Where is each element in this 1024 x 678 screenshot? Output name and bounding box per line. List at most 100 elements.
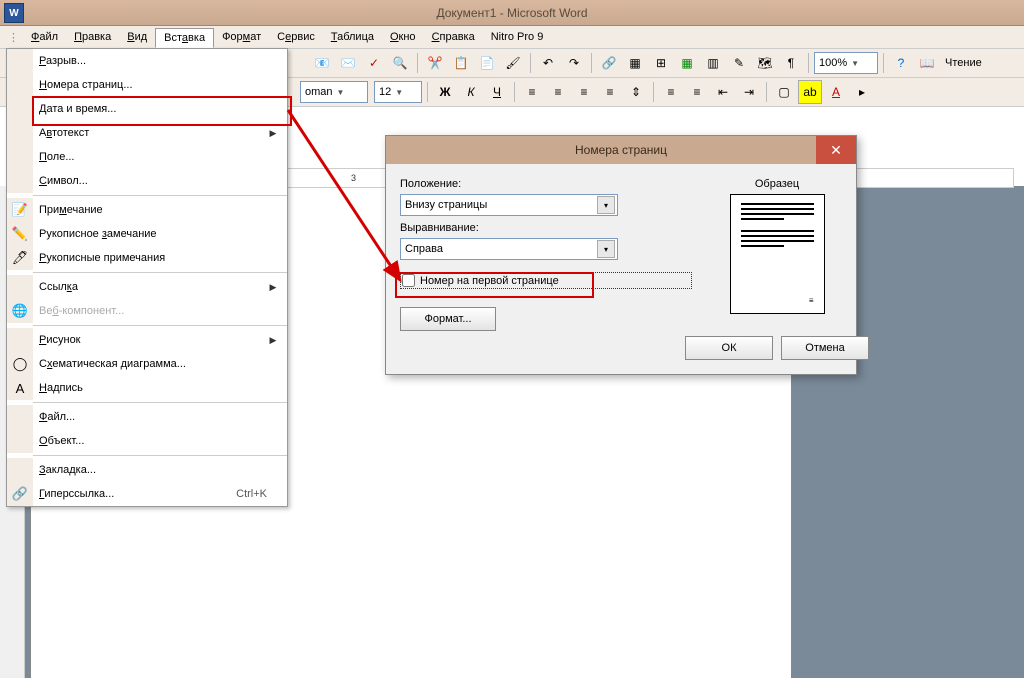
menu-item-примечание[interactable]: 📝Примечание	[7, 198, 287, 222]
menu-item-icon	[7, 73, 33, 97]
menu-item-label: Рукописные примечания	[33, 252, 267, 264]
tb-sep	[766, 82, 767, 102]
menu-item-разрыв[interactable]: Разрыв...	[7, 49, 287, 73]
dropdown-arrow-icon: ▼	[851, 59, 859, 68]
menu-item-рисунок[interactable]: Рисунок▶	[7, 328, 287, 352]
menu-item-датаивремя[interactable]: Дата и время...	[7, 97, 287, 121]
menu-item-объект[interactable]: Объект...	[7, 429, 287, 453]
tb-formatpainter-icon[interactable]: 🖌	[501, 51, 525, 75]
tb-copy-icon[interactable]: 📋	[449, 51, 473, 75]
menu-format[interactable]: Формат	[214, 28, 269, 46]
bold-button[interactable]: Ж	[433, 80, 457, 104]
italic-button[interactable]: К	[459, 80, 483, 104]
submenu-arrow-icon: ▶	[267, 282, 279, 293]
menu-item-icon	[7, 49, 33, 73]
borders-button[interactable]: ▢	[772, 80, 796, 104]
tb-cut-icon[interactable]: ✂️	[423, 51, 447, 75]
numbered-list-button[interactable]: ≡	[659, 80, 683, 104]
indent-button[interactable]: ⇥	[737, 80, 761, 104]
preview-image: ≡	[730, 194, 825, 314]
menu-item-ссылка[interactable]: Ссылка▶	[7, 275, 287, 299]
position-combo[interactable]: Внизу страницы ▾	[400, 194, 618, 216]
app-window: W Документ1 - Microsoft Word ⋮ Файл Прав…	[0, 0, 1024, 678]
menu-file[interactable]: Файл	[23, 28, 66, 46]
font-size-combo[interactable]: 12▼	[374, 81, 422, 103]
menu-item-закладка[interactable]: Закладка...	[7, 458, 287, 482]
dialog-titlebar[interactable]: Номера страниц ✕	[386, 136, 856, 164]
tb-readmode-icon[interactable]: 📖	[915, 51, 939, 75]
format-button[interactable]: Формат...	[400, 307, 496, 331]
alignment-combo[interactable]: Справа ▾	[400, 238, 618, 260]
tb-excel-icon[interactable]: ▦	[675, 51, 699, 75]
menu-table[interactable]: Таблица	[323, 28, 382, 46]
tb-inserttable-icon[interactable]: ⊞	[649, 51, 673, 75]
read-mode-label[interactable]: Чтение	[941, 57, 986, 69]
zoom-combo[interactable]: 100%▼	[814, 52, 878, 74]
menu-item-icon: 🌐	[7, 299, 33, 323]
menu-item-label: Примечание	[33, 204, 267, 216]
menu-separator	[33, 402, 287, 403]
highlight-button[interactable]: ab	[798, 80, 822, 104]
preview-page-number: ≡	[809, 296, 814, 305]
menu-insert[interactable]: Вставка	[155, 28, 214, 48]
menu-item-label: Надпись	[33, 382, 267, 394]
linespace-button[interactable]: ⇕	[624, 80, 648, 104]
align-justify-button[interactable]: ≡	[598, 80, 622, 104]
menu-item-символ[interactable]: Символ...	[7, 169, 287, 193]
menu-nitro[interactable]: Nitro Pro 9	[483, 28, 552, 46]
underline-button[interactable]: Ч	[485, 80, 509, 104]
menu-item-label: Ссылка	[33, 281, 267, 293]
menu-item-гиперссылка[interactable]: 🔗Гиперссылка...Ctrl+K	[7, 482, 287, 506]
tb-research-icon[interactable]: 🔍	[388, 51, 412, 75]
menubar: ⋮ Файл Правка Вид Вставка Формат Сервис …	[0, 26, 1024, 49]
font-color-button[interactable]: A	[824, 80, 848, 104]
tb-tables-icon[interactable]: ▦	[623, 51, 647, 75]
tb-sep	[514, 82, 515, 102]
tb-sep	[530, 53, 531, 73]
menu-item-icon	[7, 458, 33, 482]
menu-item-поле[interactable]: Поле...	[7, 145, 287, 169]
menu-help[interactable]: Справка	[424, 28, 483, 46]
tb-mailmerge-icon[interactable]: 📧	[310, 51, 334, 75]
tb-hyperlink-icon[interactable]: 🔗	[597, 51, 621, 75]
dialog-close-button[interactable]: ✕	[816, 136, 856, 164]
menu-tools[interactable]: Сервис	[269, 28, 323, 46]
tb-docmap-icon[interactable]: 🗺	[753, 51, 777, 75]
menu-view[interactable]: Вид	[119, 28, 155, 46]
tb-drawing-icon[interactable]: ✎	[727, 51, 751, 75]
menu-item-icon: A	[7, 376, 33, 400]
cancel-button[interactable]: Отмена	[781, 336, 869, 360]
align-right-button[interactable]: ≡	[572, 80, 596, 104]
menu-item-label: Объект...	[33, 435, 267, 447]
first-page-checkbox-row[interactable]: Номер на первой странице	[400, 272, 692, 289]
align-left-button[interactable]: ≡	[520, 80, 544, 104]
menu-item-схематическаядиаграмма[interactable]: ◯Схематическая диаграмма...	[7, 352, 287, 376]
ok-button[interactable]: ОК	[685, 336, 773, 360]
outdent-button[interactable]: ⇤	[711, 80, 735, 104]
tb-redo-icon[interactable]: ↷	[562, 51, 586, 75]
menu-edit[interactable]: Правка	[66, 28, 119, 46]
menu-item-label: Автотекст	[33, 127, 267, 139]
font-name-combo[interactable]: oman▼	[300, 81, 368, 103]
submenu-arrow-icon: ▶	[267, 335, 279, 346]
tb-paste-icon[interactable]: 📄	[475, 51, 499, 75]
tb-showmarks-icon[interactable]: ¶	[779, 51, 803, 75]
menu-item-файл[interactable]: Файл...	[7, 405, 287, 429]
align-center-button[interactable]: ≡	[546, 80, 570, 104]
titlebar: W Документ1 - Microsoft Word	[0, 0, 1024, 26]
menu-item-рукописноезамечание[interactable]: ✏️Рукописное замечание	[7, 222, 287, 246]
menu-window[interactable]: Окно	[382, 28, 424, 46]
menu-item-label: Схематическая диаграмма...	[33, 358, 267, 370]
bullet-list-button[interactable]: ≡	[685, 80, 709, 104]
menu-item-рукописныепримечания[interactable]: 🖊Рукописные примечания	[7, 246, 287, 270]
tb-envelope-icon[interactable]: ✉️	[336, 51, 360, 75]
tb-spellcheck-icon[interactable]: ✓	[362, 51, 386, 75]
menu-item-надпись[interactable]: AНадпись	[7, 376, 287, 400]
tb-columns-icon[interactable]: ▥	[701, 51, 725, 75]
first-page-checkbox[interactable]	[402, 274, 415, 287]
tb-undo-icon[interactable]: ↶	[536, 51, 560, 75]
toolbar-overflow-icon[interactable]: ▸	[850, 80, 874, 104]
menu-item-автотекст[interactable]: Автотекст▶	[7, 121, 287, 145]
tb-help-icon[interactable]: ?	[889, 51, 913, 75]
menu-item-номерастраниц[interactable]: Номера страниц...	[7, 73, 287, 97]
